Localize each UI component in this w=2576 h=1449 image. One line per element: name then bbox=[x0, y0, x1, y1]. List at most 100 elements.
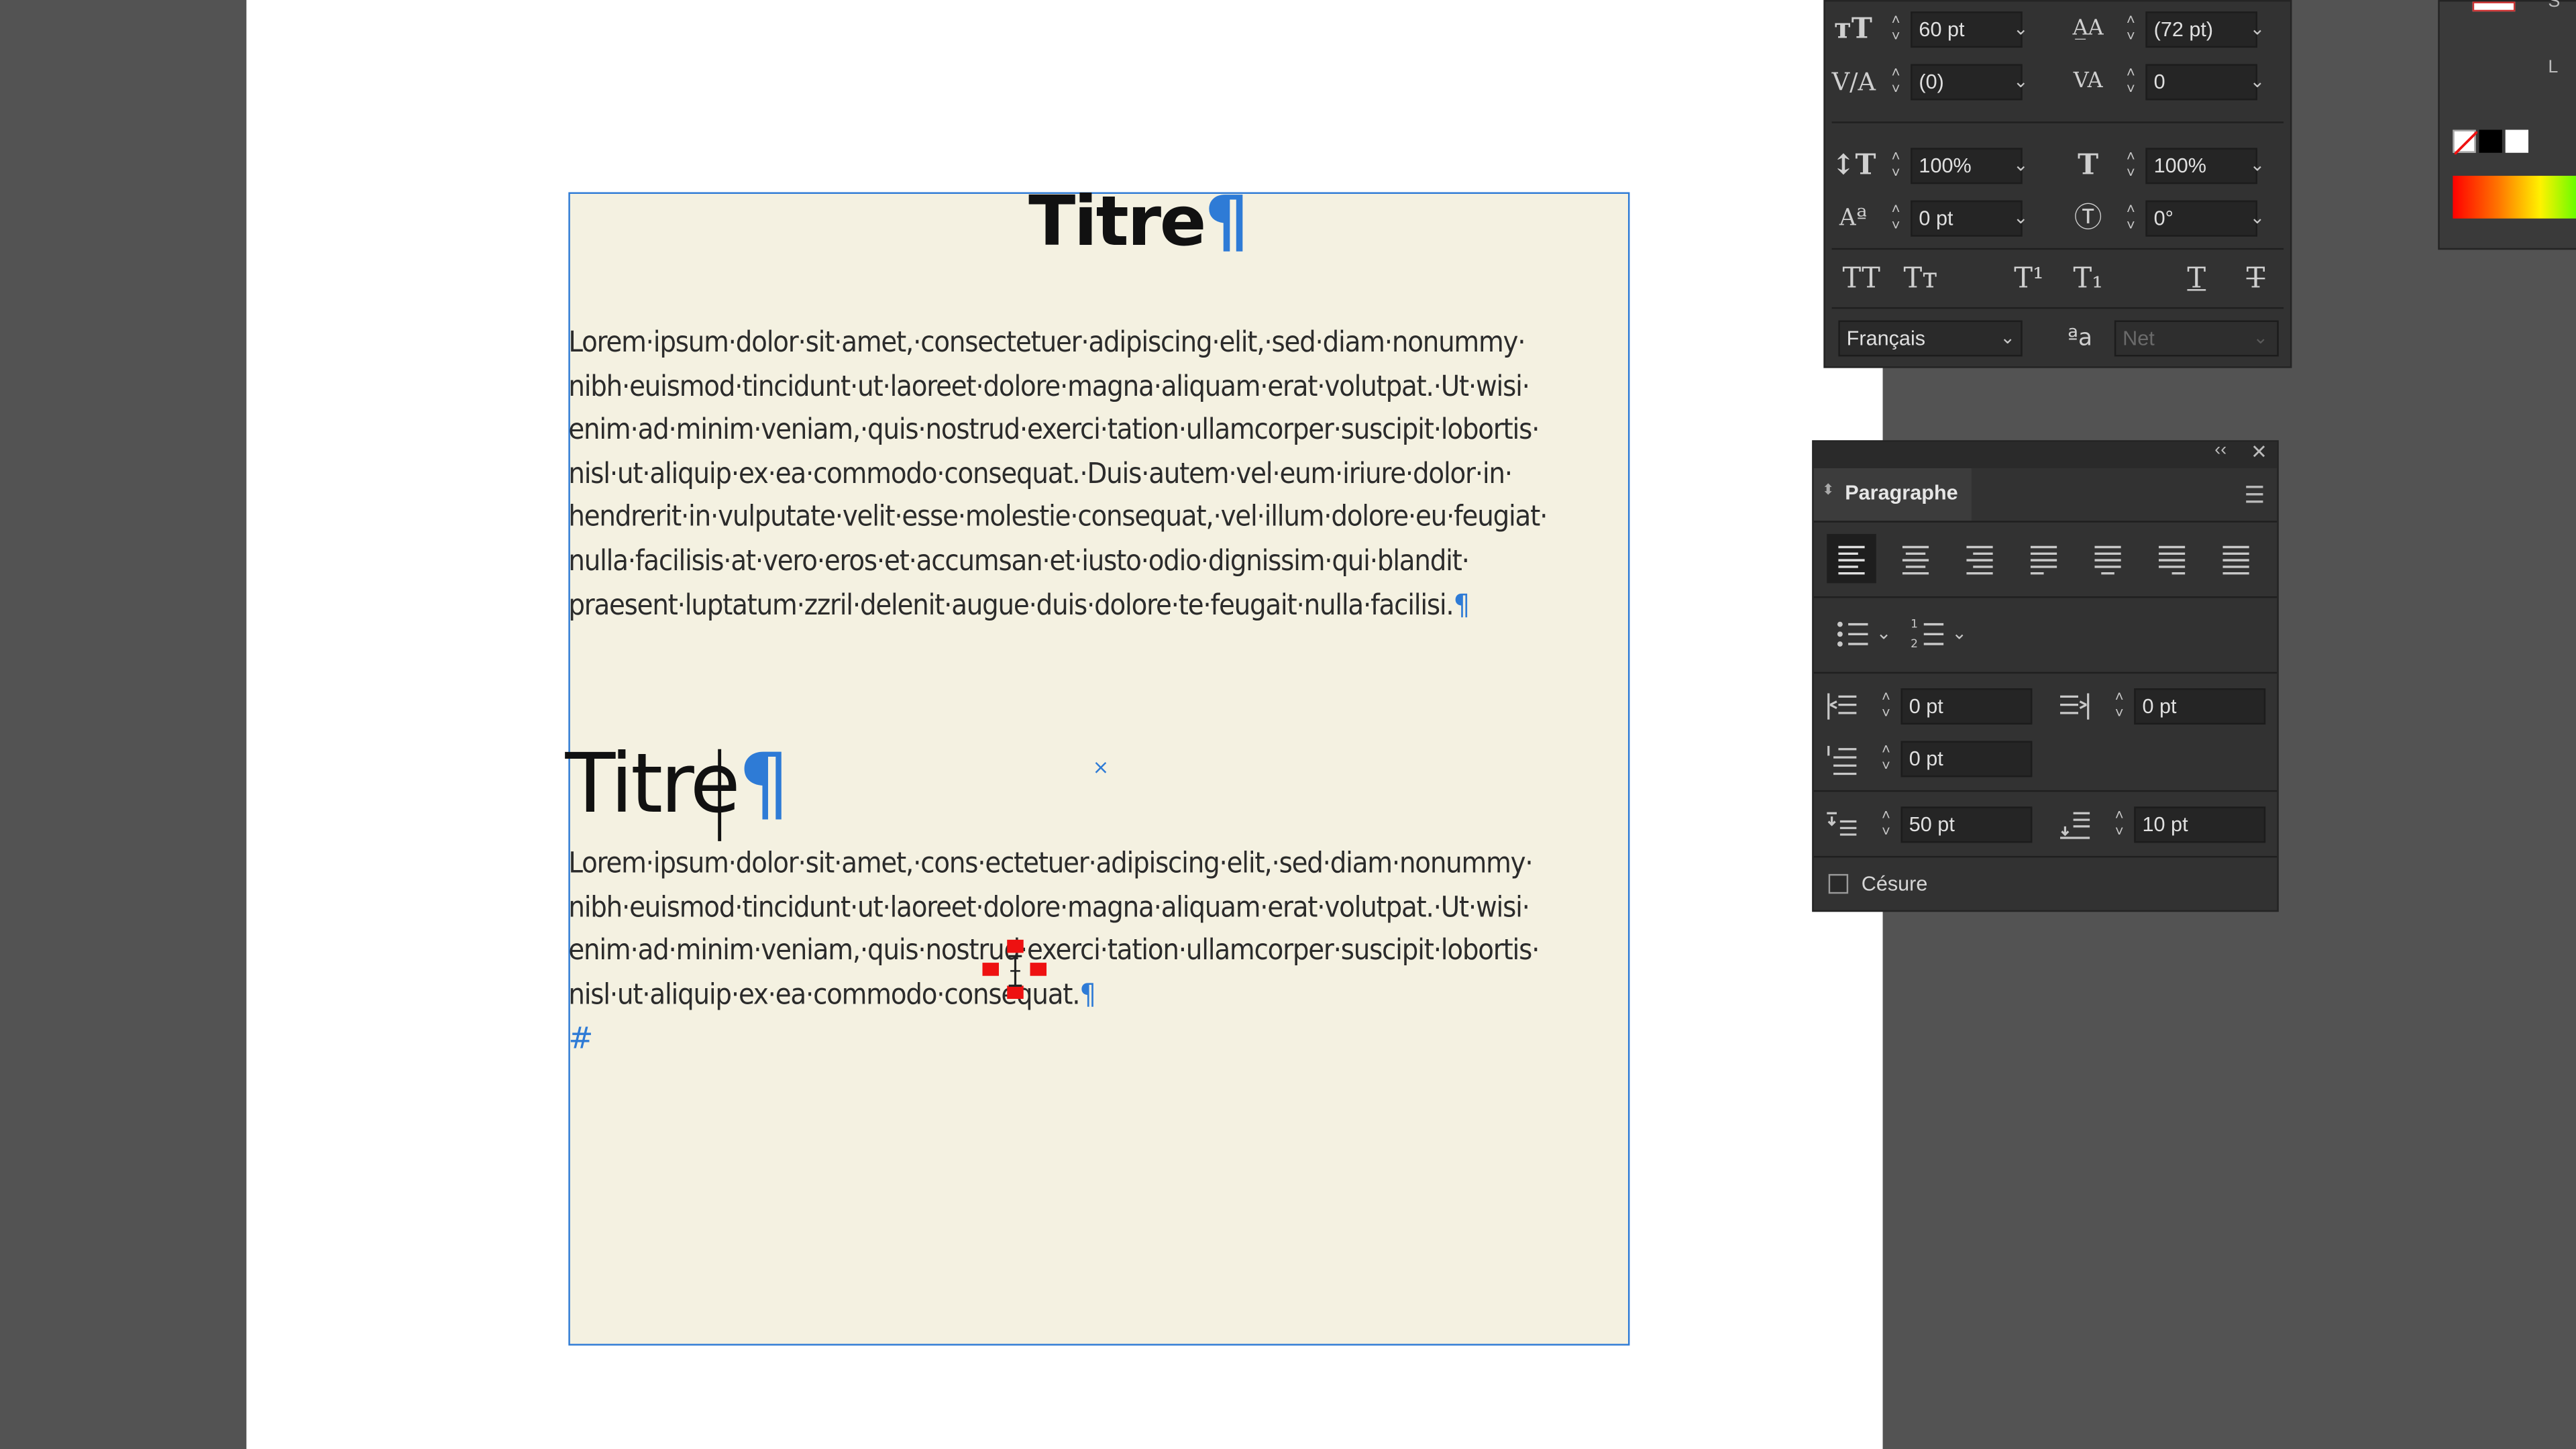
horizontal-scale-field[interactable]: 100% bbox=[2145, 148, 2257, 184]
separator bbox=[1813, 855, 2277, 858]
none-swatch[interactable] bbox=[2453, 129, 2478, 155]
left-indent-field[interactable]: 0 pt bbox=[1900, 688, 2033, 725]
separator bbox=[1813, 521, 2277, 523]
paragraph-panel: ‹‹ ✕ ⬍ Paragraphe ☰ ⌄ 1 2 ⌄ ˄ ˅ 0 pt ˄ ˅… bbox=[1812, 440, 2279, 912]
swatch-preview[interactable] bbox=[2472, 1, 2516, 12]
font-size-field[interactable]: 60 pt bbox=[1911, 11, 2023, 48]
hyphenate-checkbox[interactable] bbox=[1828, 873, 1849, 894]
svg-text:2: 2 bbox=[1911, 637, 1918, 651]
text-line: nulla·facilisis·at·vero·eros·et·accumsan… bbox=[568, 545, 1470, 578]
panel-menu-icon[interactable]: ☰ bbox=[2244, 482, 2265, 510]
leading-stepper[interactable]: ˄ ˅ bbox=[2123, 11, 2139, 48]
skew-stepper[interactable]: ˄ ˅ bbox=[2123, 201, 2139, 237]
chevron-down-icon[interactable]: ⌄ bbox=[2246, 201, 2269, 237]
text-line: enim·ad·minim·veniam,·quis·nostrud·exerc… bbox=[568, 414, 1540, 447]
kerning-field[interactable]: (0) bbox=[1911, 64, 2023, 101]
chevron-down-icon[interactable]: ⌄ bbox=[1996, 321, 2019, 357]
hyphenation-style-value: Net bbox=[2123, 327, 2155, 350]
close-icon[interactable]: ✕ bbox=[2251, 440, 2267, 463]
vertical-scale-field[interactable]: 100% bbox=[1911, 148, 2023, 184]
panel-letter-s: S bbox=[2548, 0, 2561, 12]
space-before-stepper[interactable]: ˄ ˅ bbox=[1878, 806, 1894, 843]
heading-2[interactable]: Titre¶ bbox=[565, 736, 790, 831]
justify-left-button[interactable] bbox=[2019, 534, 2068, 583]
space-after-field[interactable]: 10 pt bbox=[2134, 806, 2266, 843]
text-line: nisl·ut·aliquip·ex·ea·commodo·consequat.… bbox=[568, 974, 1619, 1018]
align-left-button[interactable] bbox=[1827, 533, 1876, 584]
kerning-stepper[interactable]: ˄ ˅ bbox=[1888, 64, 1904, 101]
numbered-list-icon[interactable]: 12 bbox=[1909, 616, 1949, 652]
text-line: hendrerit·in·vulputate·velit·esse·molest… bbox=[568, 501, 1548, 535]
small-caps-button[interactable]: Tт bbox=[1898, 261, 1944, 297]
panel-titlebar[interactable] bbox=[1813, 441, 2277, 468]
separator bbox=[1831, 307, 2284, 309]
black-swatch[interactable] bbox=[2479, 129, 2502, 153]
text-cursor-icon bbox=[982, 939, 1049, 1002]
tracking-stepper[interactable]: ˄ ˅ bbox=[2123, 64, 2139, 101]
leading-field[interactable]: (72 pt) bbox=[2145, 11, 2257, 48]
right-indent-icon bbox=[2057, 688, 2093, 724]
chevron-down-icon[interactable]: ⌄ bbox=[2009, 64, 2032, 101]
justify-center-button[interactable] bbox=[2083, 534, 2132, 583]
baseline-shift-field[interactable]: 0 pt bbox=[1911, 200, 2023, 237]
collapse-icon[interactable]: ‹‹ bbox=[2214, 440, 2226, 460]
chevron-down-icon[interactable]: ⌄ bbox=[2009, 11, 2032, 48]
first-line-indent-stepper[interactable]: ˄ ˅ bbox=[1878, 741, 1894, 777]
separator bbox=[1813, 596, 2277, 598]
chevron-down-icon[interactable]: ⌄ bbox=[1951, 616, 1967, 652]
color-spectrum[interactable] bbox=[2453, 176, 2576, 219]
leading-icon: A̲A bbox=[2072, 16, 2104, 42]
frame-center-mark: × bbox=[1092, 755, 1110, 779]
subscript-button[interactable]: T₁ bbox=[2065, 261, 2111, 297]
skew-field[interactable]: 0° bbox=[2145, 200, 2257, 237]
chevron-down-icon[interactable]: ⌄ bbox=[2009, 201, 2032, 237]
underline-button[interactable]: T bbox=[2174, 261, 2220, 297]
font-size-stepper[interactable]: ˄ ˅ bbox=[1888, 11, 1904, 48]
heading-1[interactable]: Titre¶ bbox=[1028, 180, 1248, 262]
hyphenation-icon: ªa bbox=[2067, 325, 2093, 352]
first-line-indent-field[interactable]: 0 pt bbox=[1900, 741, 2033, 777]
align-right-button[interactable] bbox=[1955, 534, 2004, 583]
pilcrow-mark: ¶ bbox=[1204, 180, 1248, 262]
text-line: Lorem·ipsum·dolor·sit·amet,·consectetuer… bbox=[568, 327, 1525, 360]
baseline-shift-stepper[interactable]: ˄ ˅ bbox=[1888, 201, 1904, 237]
tab-grip-icon: ⬍ bbox=[1821, 481, 1835, 498]
space-before-field[interactable]: 50 pt bbox=[1900, 806, 2033, 843]
chevron-down-icon[interactable]: ⌄ bbox=[2246, 64, 2269, 101]
superscript-button[interactable]: T¹ bbox=[2006, 261, 2052, 297]
tracking-field[interactable]: 0 bbox=[2145, 64, 2257, 101]
vertical-scale-icon: ↕T bbox=[1831, 149, 1876, 182]
all-caps-button[interactable]: TT bbox=[1838, 261, 1884, 297]
horizontal-scale-icon: T bbox=[2078, 149, 2099, 182]
body-paragraph-2[interactable]: Lorem·ipsum·dolor·sit·amet,·cons·ectetue… bbox=[568, 843, 1619, 1018]
text-line: enim·ad·minim·veniam,·quis·nostrud·exerc… bbox=[568, 934, 1540, 968]
right-indent-field[interactable]: 0 pt bbox=[2134, 688, 2266, 725]
right-indent-stepper[interactable]: ˄ ˅ bbox=[2111, 688, 2127, 724]
hyphenate-label[interactable]: Césure bbox=[1862, 872, 1928, 895]
language-select-value: Français bbox=[1846, 327, 1926, 350]
chevron-down-icon[interactable]: ⌄ bbox=[1876, 616, 1892, 652]
tracking-icon: VA bbox=[2073, 68, 2103, 94]
language-select[interactable]: Français bbox=[1838, 320, 2023, 357]
align-center-button[interactable] bbox=[1891, 534, 1940, 583]
character-panel: ᴛT ˄ ˅ 60 pt ⌄ A̲A ˄ ˅ (72 pt) ⌄ V/A ˄ ˅ (0… bbox=[1823, 0, 2292, 368]
justify-all-button[interactable] bbox=[2211, 534, 2260, 583]
panel-tab[interactable]: ⬍ Paragraphe bbox=[1813, 468, 1972, 521]
space-after-stepper[interactable]: ˄ ˅ bbox=[2111, 806, 2127, 843]
justify-right-button[interactable] bbox=[2147, 534, 2196, 583]
vertical-scale-stepper[interactable]: ˄ ˅ bbox=[1888, 148, 1904, 184]
white-swatch[interactable] bbox=[2505, 129, 2529, 153]
strikethrough-button[interactable]: T bbox=[2233, 261, 2279, 297]
text-line: nibh·euismod·tincidunt·ut·laoreet·dolore… bbox=[568, 891, 1530, 924]
end-of-story-mark: # bbox=[568, 1022, 594, 1057]
body-paragraph-1[interactable]: Lorem·ipsum·dolor·sit·amet,·consectetuer… bbox=[568, 322, 1619, 628]
chevron-down-icon[interactable]: ⌄ bbox=[2246, 11, 2269, 48]
chevron-down-icon: ⌄ bbox=[2253, 328, 2269, 349]
left-indent-stepper[interactable]: ˄ ˅ bbox=[1878, 688, 1894, 724]
bulleted-list-icon[interactable] bbox=[1833, 616, 1873, 652]
chevron-down-icon[interactable]: ⌄ bbox=[2009, 148, 2032, 184]
left-indent-icon bbox=[1823, 688, 1860, 724]
horizontal-scale-stepper[interactable]: ˄ ˅ bbox=[2123, 148, 2139, 184]
text-line: nibh·euismod·tincidunt·ut·laoreet·dolore… bbox=[568, 370, 1530, 404]
chevron-down-icon[interactable]: ⌄ bbox=[2246, 148, 2269, 184]
